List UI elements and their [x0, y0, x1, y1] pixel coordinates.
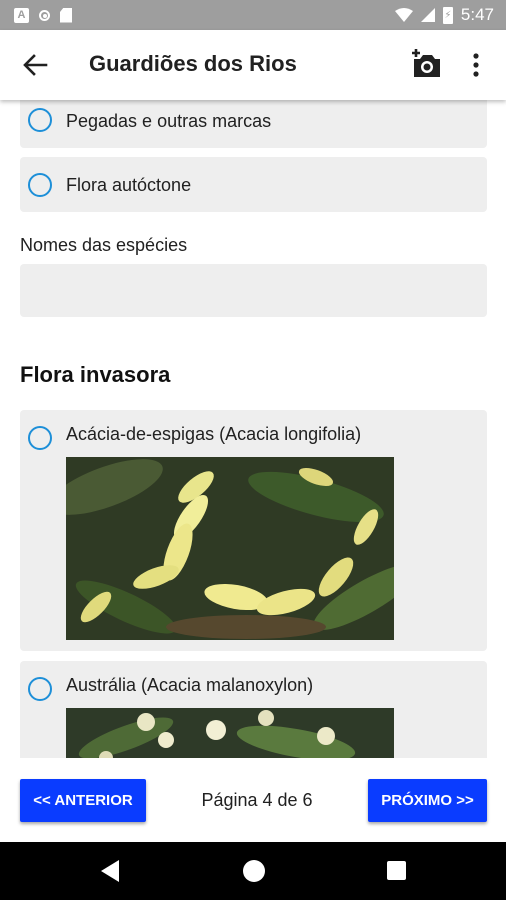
page-indicator: Página 4 de 6 — [201, 790, 313, 810]
next-button[interactable]: PRÓXIMO >> — [368, 779, 487, 822]
radio-button[interactable] — [28, 677, 52, 701]
option-label: Flora autóctone — [66, 175, 192, 195]
section-title: Flora invasora — [20, 362, 171, 387]
sd-card-icon — [60, 7, 72, 23]
signal-icon — [420, 8, 435, 22]
previous-button[interactable]: << ANTERIOR — [20, 779, 146, 822]
back-arrow-icon[interactable] — [22, 52, 48, 78]
acacia-malanoxylon-photo — [66, 708, 394, 758]
species-input[interactable] — [20, 264, 487, 317]
form-content[interactable]: Pegadas e outras marcas Flora autóctone … — [0, 100, 506, 758]
add-photo-icon[interactable] — [410, 49, 442, 79]
pagination-bar: << ANTERIOR Página 4 de 6 PRÓXIMO >> — [0, 758, 506, 842]
wifi-icon — [394, 8, 413, 22]
page-title: Guardiões dos Rios — [89, 51, 297, 76]
sync-icon — [39, 9, 50, 21]
option-label: Pegadas e outras marcas — [66, 111, 272, 131]
status-bar: A ⚡ 5:47 — [0, 0, 506, 30]
more-vert-icon[interactable] — [466, 50, 486, 80]
acacia-longifolia-photo — [66, 457, 394, 640]
option-card-footprints[interactable]: Pegadas e outras marcas — [20, 100, 487, 148]
option-card-acacia-malanoxylon[interactable]: Austrália (Acacia malanoxylon) — [20, 661, 487, 758]
system-back-icon[interactable] — [101, 860, 121, 882]
clock: 5:47 — [460, 5, 494, 24]
notification-a-icon: A — [14, 7, 29, 23]
radio-button[interactable] — [28, 173, 52, 197]
battery-icon: ⚡ — [442, 6, 453, 24]
option-card-acacia-longifolia[interactable]: Acácia-de-espigas (Acacia longifolia) — [20, 410, 487, 651]
species-field-label: Nomes das espécies — [20, 235, 188, 255]
option-card-native-flora[interactable]: Flora autóctone — [20, 157, 487, 212]
option-label: Acácia-de-espigas (Acacia longifolia) — [66, 424, 362, 444]
option-label: Austrália (Acacia malanoxylon) — [66, 675, 314, 695]
radio-button[interactable] — [28, 108, 52, 132]
system-recents-icon[interactable] — [387, 861, 406, 880]
system-home-icon[interactable] — [243, 860, 265, 882]
system-nav-bar — [0, 842, 506, 900]
app-bar: Guardiões dos Rios — [0, 30, 506, 100]
radio-button[interactable] — [28, 426, 52, 450]
